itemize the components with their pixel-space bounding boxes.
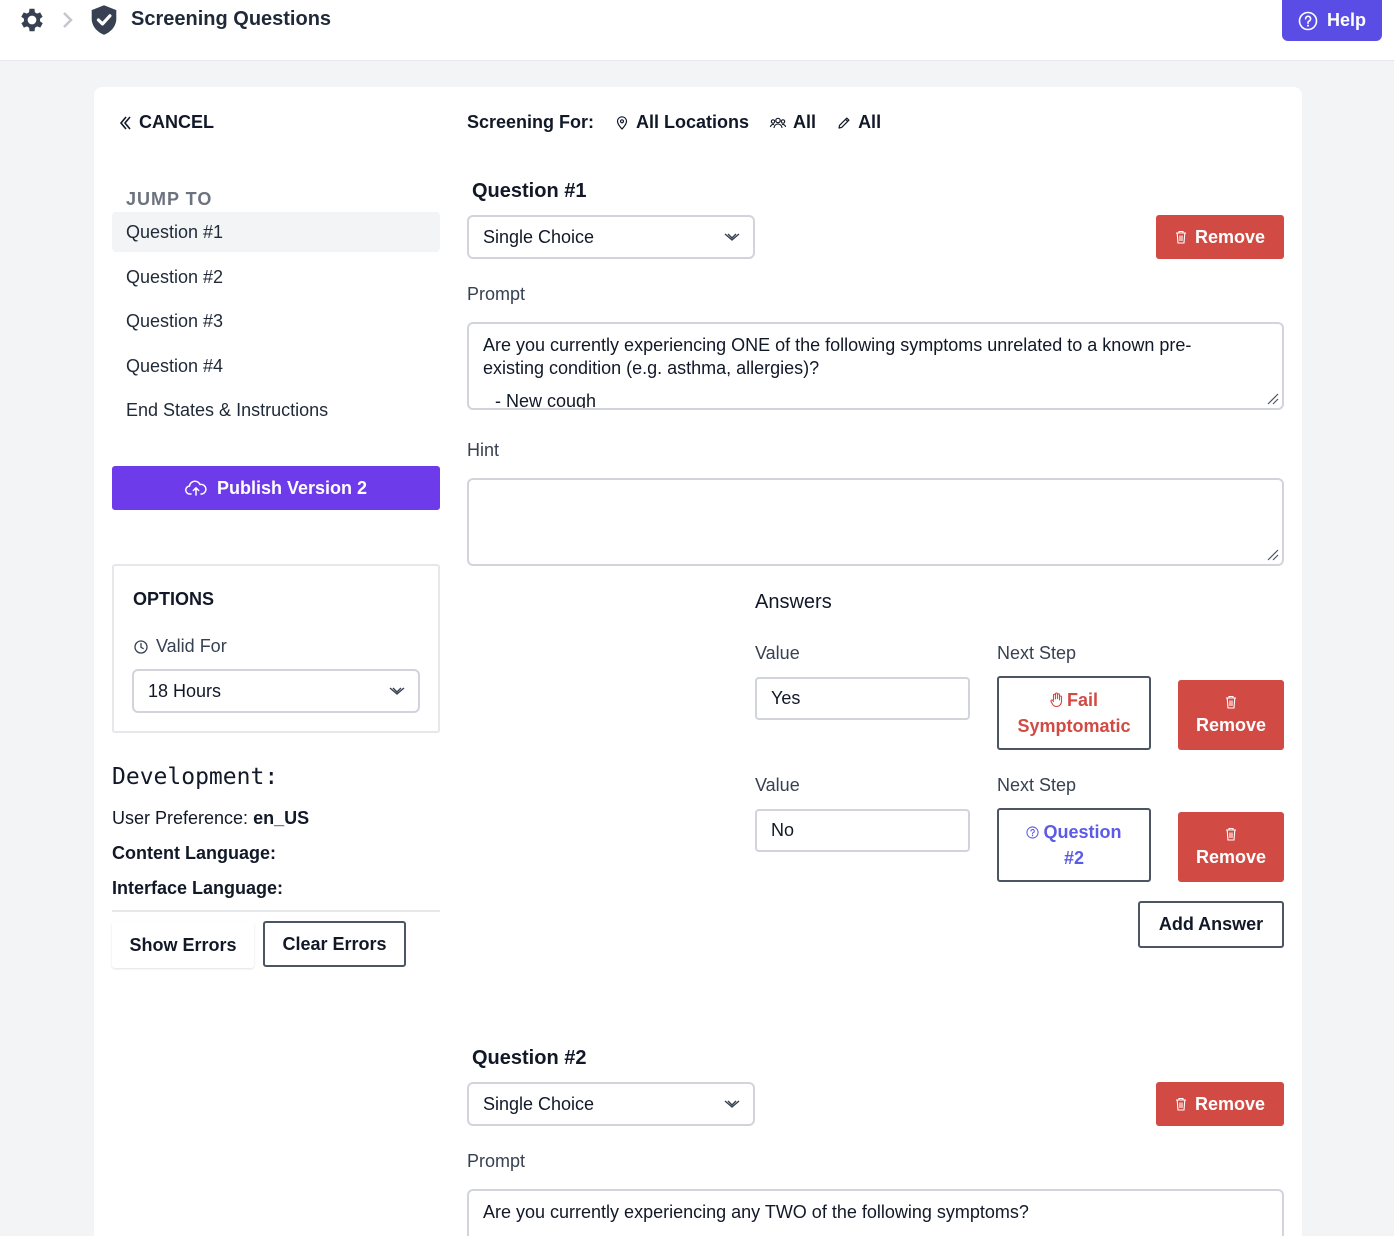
question-circle-icon xyxy=(1298,11,1318,30)
help-label: Help xyxy=(1326,10,1366,30)
interface-language-label: Interface Language: xyxy=(112,878,284,898)
top-bar: Screening Questions Help xyxy=(0,0,1394,61)
question-1-hint-input[interactable] xyxy=(467,478,1284,566)
answer-2-next-step-label: Next Step xyxy=(997,775,1077,795)
question-2-prompt-input[interactable]: Are you currently experiencing any TWO o… xyxy=(467,1189,1284,1236)
location-filter-value: All Locations xyxy=(636,112,750,132)
location-filter[interactable]: All Locations xyxy=(615,112,749,133)
answer-1-value-label: Value xyxy=(755,643,800,663)
role-filter-value: All xyxy=(858,112,882,132)
answer-1-next-step-line2: Symptomatic xyxy=(1017,716,1131,736)
trash-icon xyxy=(1175,1097,1186,1111)
answer-2-remove-button[interactable]: Remove xyxy=(1178,812,1284,882)
valid-for-value: 18 Hours xyxy=(148,680,222,701)
chevron-down-icon xyxy=(724,1100,740,1108)
valid-for-label: Valid For xyxy=(134,636,227,657)
gear-icon[interactable] xyxy=(17,5,47,35)
show-errors-button[interactable]: Show Errors xyxy=(112,922,254,968)
trash-icon xyxy=(1226,827,1236,841)
answer-1-next-step-label: Next Step xyxy=(997,643,1077,663)
valid-for-text: Valid For xyxy=(156,636,227,656)
question-1-type-select[interactable]: Single Choice xyxy=(467,215,755,259)
options-title: OPTIONS xyxy=(133,589,215,609)
users-icon xyxy=(770,117,787,128)
clock-icon xyxy=(134,639,148,654)
question-2-type-select[interactable]: Single Choice xyxy=(467,1082,755,1126)
group-filter-value: All xyxy=(793,112,817,132)
remove-label: Remove xyxy=(1194,1093,1266,1114)
question-2-title: Question #2 xyxy=(472,1047,587,1069)
jump-item-question-2[interactable]: Question #2 xyxy=(112,257,440,297)
pencil-icon xyxy=(838,117,850,129)
trash-icon xyxy=(1226,695,1236,709)
screening-for-label: Screening For: xyxy=(467,112,595,132)
answer-2-next-step-line1: Question xyxy=(1043,822,1122,842)
remove-label: Remove xyxy=(1195,846,1267,867)
cancel-label: CANCEL xyxy=(139,112,214,132)
answer-2-next-step-line2: #2 xyxy=(1063,848,1084,868)
publish-button[interactable]: Publish Version 2 xyxy=(112,466,440,510)
options-panel: OPTIONS Valid For 18 Hours xyxy=(112,564,440,733)
page-title: Screening Questions xyxy=(131,8,332,30)
valid-for-select[interactable]: 18 Hours xyxy=(132,669,420,713)
answer-2-value-label: Value xyxy=(755,775,800,795)
answer-2-value-input[interactable]: No xyxy=(755,809,970,852)
cancel-button[interactable]: CANCEL xyxy=(119,112,214,133)
question-1-prompt-label: Prompt xyxy=(467,284,526,304)
question-1-remove-button[interactable]: Remove xyxy=(1156,215,1284,259)
question-2-prompt-label: Prompt xyxy=(467,1151,526,1171)
chevron-double-left-icon xyxy=(119,115,131,130)
map-pin-icon xyxy=(616,115,628,130)
screening-for-bar: Screening For: All Locations All All xyxy=(467,112,881,133)
user-preference-label: User Preference: xyxy=(112,808,249,828)
jump-item-question-4[interactable]: Question #4 xyxy=(112,346,440,386)
question-1-prompt-input[interactable]: Are you currently experiencing ONE of th… xyxy=(467,322,1284,410)
role-filter[interactable]: All xyxy=(837,112,881,133)
help-button[interactable]: Help xyxy=(1282,0,1382,41)
user-preference-line: User Preference: en_US xyxy=(112,808,309,829)
answer-1-value-input[interactable]: Yes xyxy=(755,677,970,720)
clear-errors-button[interactable]: Clear Errors xyxy=(263,921,406,967)
resize-handle-icon[interactable] xyxy=(1267,393,1279,405)
remove-label: Remove xyxy=(1194,226,1266,247)
jump-to-heading: JUMP TO xyxy=(126,189,213,209)
question-2-type-value: Single Choice xyxy=(483,1093,595,1114)
group-filter[interactable]: All xyxy=(770,112,816,133)
hand-stop-icon xyxy=(1050,692,1063,708)
chevron-right-icon xyxy=(63,12,73,28)
answer-1-next-step-button[interactable]: Fail Symptomatic xyxy=(997,676,1151,750)
question-1-prompt-text: Are you currently experiencing ONE of th… xyxy=(483,335,1192,410)
jump-item-end-states[interactable]: End States & Instructions xyxy=(112,390,440,430)
question-1-hint-label: Hint xyxy=(467,440,500,460)
development-title: Development: xyxy=(112,764,279,790)
question-1-type-value: Single Choice xyxy=(483,226,595,247)
publish-label: Publish Version 2 xyxy=(216,477,368,498)
user-preference-value: en_US xyxy=(253,808,310,828)
answers-heading: Answers xyxy=(755,591,832,613)
chevron-down-icon xyxy=(389,687,405,695)
answer-1-next-step-line1: Fail xyxy=(1066,690,1098,710)
question-2-remove-button[interactable]: Remove xyxy=(1156,1082,1284,1126)
resize-handle-icon[interactable] xyxy=(1267,549,1279,561)
jump-item-question-3[interactable]: Question #3 xyxy=(112,301,440,341)
question-circle-icon xyxy=(1026,826,1040,839)
question-1-title: Question #1 xyxy=(472,180,587,202)
cloud-upload-icon xyxy=(184,480,207,496)
jump-item-question-1[interactable]: Question #1 xyxy=(112,212,440,252)
divider xyxy=(112,910,440,912)
chevron-down-icon xyxy=(724,233,740,241)
answer-1-remove-button[interactable]: Remove xyxy=(1178,680,1284,750)
add-answer-button[interactable]: Add Answer xyxy=(1138,901,1284,948)
remove-label: Remove xyxy=(1195,714,1267,735)
trash-icon xyxy=(1175,230,1186,244)
question-2-prompt-text: Are you currently experiencing any TWO o… xyxy=(483,1202,1029,1222)
content-language-label: Content Language: xyxy=(112,843,276,863)
answer-2-next-step-button[interactable]: Question #2 xyxy=(997,808,1151,882)
shield-check-icon xyxy=(91,5,117,35)
